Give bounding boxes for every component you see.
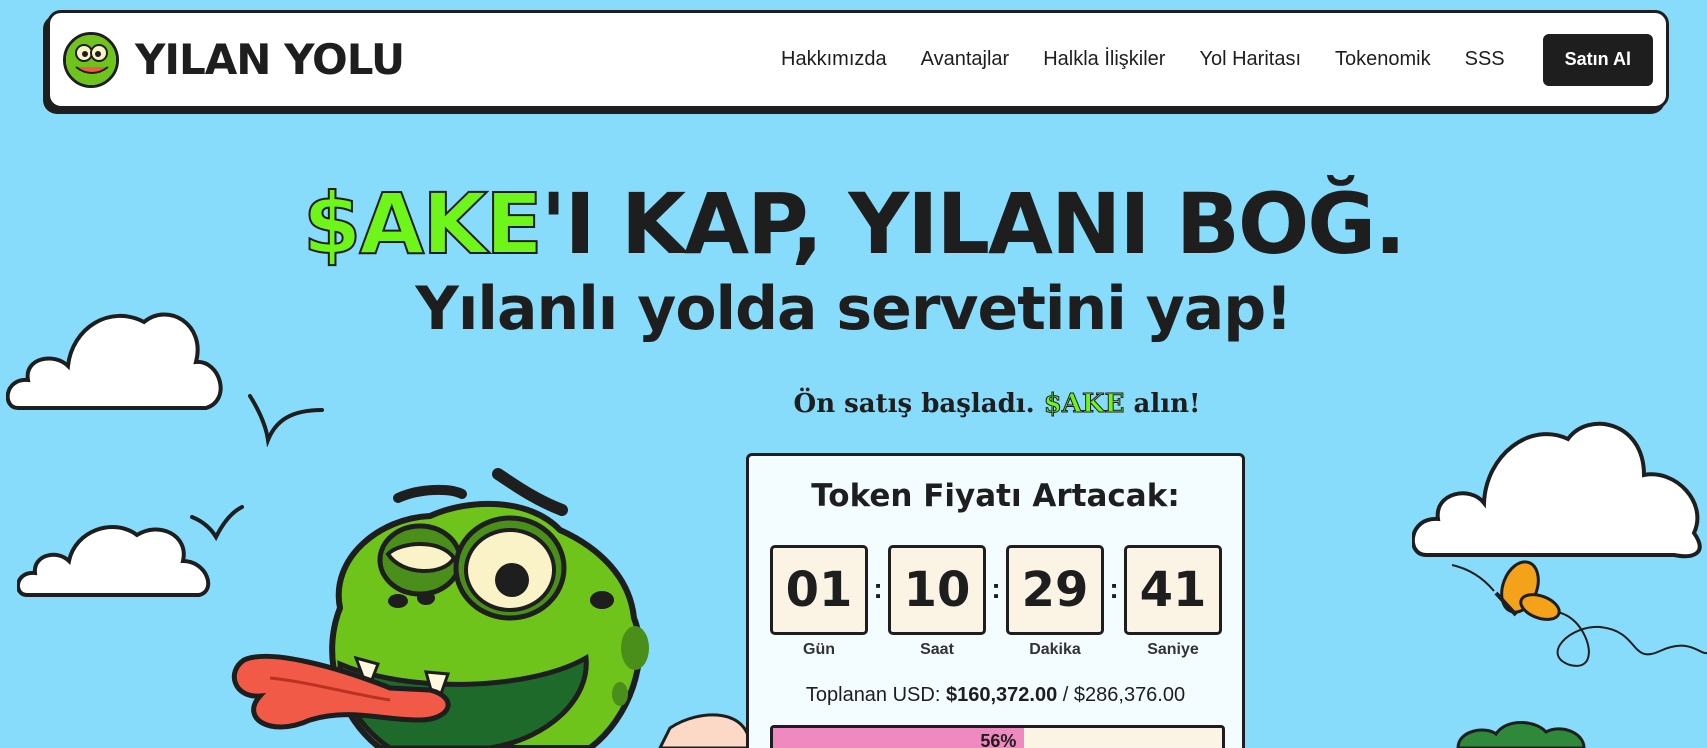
presale-token: $AKE xyxy=(1043,389,1125,420)
countdown-separator: : xyxy=(991,573,1001,604)
countdown-separator: : xyxy=(1109,573,1119,604)
nav-link-tokenomics[interactable]: Tokenomik xyxy=(1335,48,1431,71)
headline-rest: 'I KAP, YILANI BOĞ. xyxy=(540,175,1406,273)
presale-prefix: Ön satış başladı. xyxy=(793,389,1035,419)
countdown-days-label: Gün xyxy=(803,641,835,658)
hero-subheadline: Yılanlı yolda servetini yap! xyxy=(415,274,1292,344)
buy-button[interactable]: Satın Al xyxy=(1542,33,1653,86)
countdown-seconds: 41 xyxy=(1124,545,1222,635)
navbar: YILAN YOLU Hakkımızda Avantajlar Halkla … xyxy=(47,10,1669,109)
countdown-minutes: 29 xyxy=(1006,545,1104,635)
cloud-decoration-left-bottom xyxy=(17,525,211,597)
nav-link-advantages[interactable]: Avantajlar xyxy=(921,48,1010,71)
frog-logo-icon[interactable] xyxy=(63,31,119,88)
raised-separator: / xyxy=(1062,684,1069,706)
brand-name[interactable]: YILAN YOLU xyxy=(135,35,405,84)
countdown-seconds-label: Saniye xyxy=(1147,641,1199,658)
countdown-hours-label: Saat xyxy=(920,641,954,658)
nav-link-roadmap[interactable]: Yol Haritası xyxy=(1199,48,1301,71)
nav-links: Hakkımızda Avantajlar Halkla İlişkiler Y… xyxy=(747,33,1653,86)
countdown-minutes-label: Dakika xyxy=(1029,641,1081,658)
nav-link-faq[interactable]: SSS xyxy=(1465,48,1505,71)
progress-fill: 56% xyxy=(773,728,1025,748)
countdown-days: 01 xyxy=(770,545,868,635)
progress-bar: 56% xyxy=(770,725,1225,748)
headline-token: $AKE xyxy=(302,175,544,273)
card-title: Token Fiyatı Artacak: xyxy=(811,478,1180,514)
raised-target: $286,376.00 xyxy=(1073,684,1186,706)
crocodile-mascot xyxy=(231,468,750,748)
countdown-hours: 10 xyxy=(888,545,986,635)
raised-amount: $160,372.00 xyxy=(945,684,1058,706)
countdown-timer: 01 Gün : 10 Saat : 29 Dakika : 41 Saniye xyxy=(770,545,1225,658)
hero-headline: $AKE'I KAP, YILANI BOĞ. xyxy=(0,181,1707,267)
progress-label: 56% xyxy=(980,731,1017,748)
butterfly-icon xyxy=(1451,560,1707,667)
raised-prefix: Toplanan USD: xyxy=(805,684,941,706)
countdown-separator: : xyxy=(873,573,883,604)
presale-card: Token Fiyatı Artacak: 01 Gün : 10 Saat :… xyxy=(746,453,1245,748)
presale-suffix: alın! xyxy=(1133,389,1201,419)
nav-link-about[interactable]: Hakkımızda xyxy=(781,48,887,71)
presale-announcement: Ön satış başladı. $AKE alın! xyxy=(0,389,1707,420)
raised-amount-text: Toplanan USD: $160,372.00 / $286,376.00 xyxy=(749,684,1242,707)
cloud-decoration-right xyxy=(1412,421,1702,559)
bush-decoration xyxy=(1456,721,1586,748)
nav-link-public-relations[interactable]: Halkla İlişkiler xyxy=(1043,48,1165,71)
